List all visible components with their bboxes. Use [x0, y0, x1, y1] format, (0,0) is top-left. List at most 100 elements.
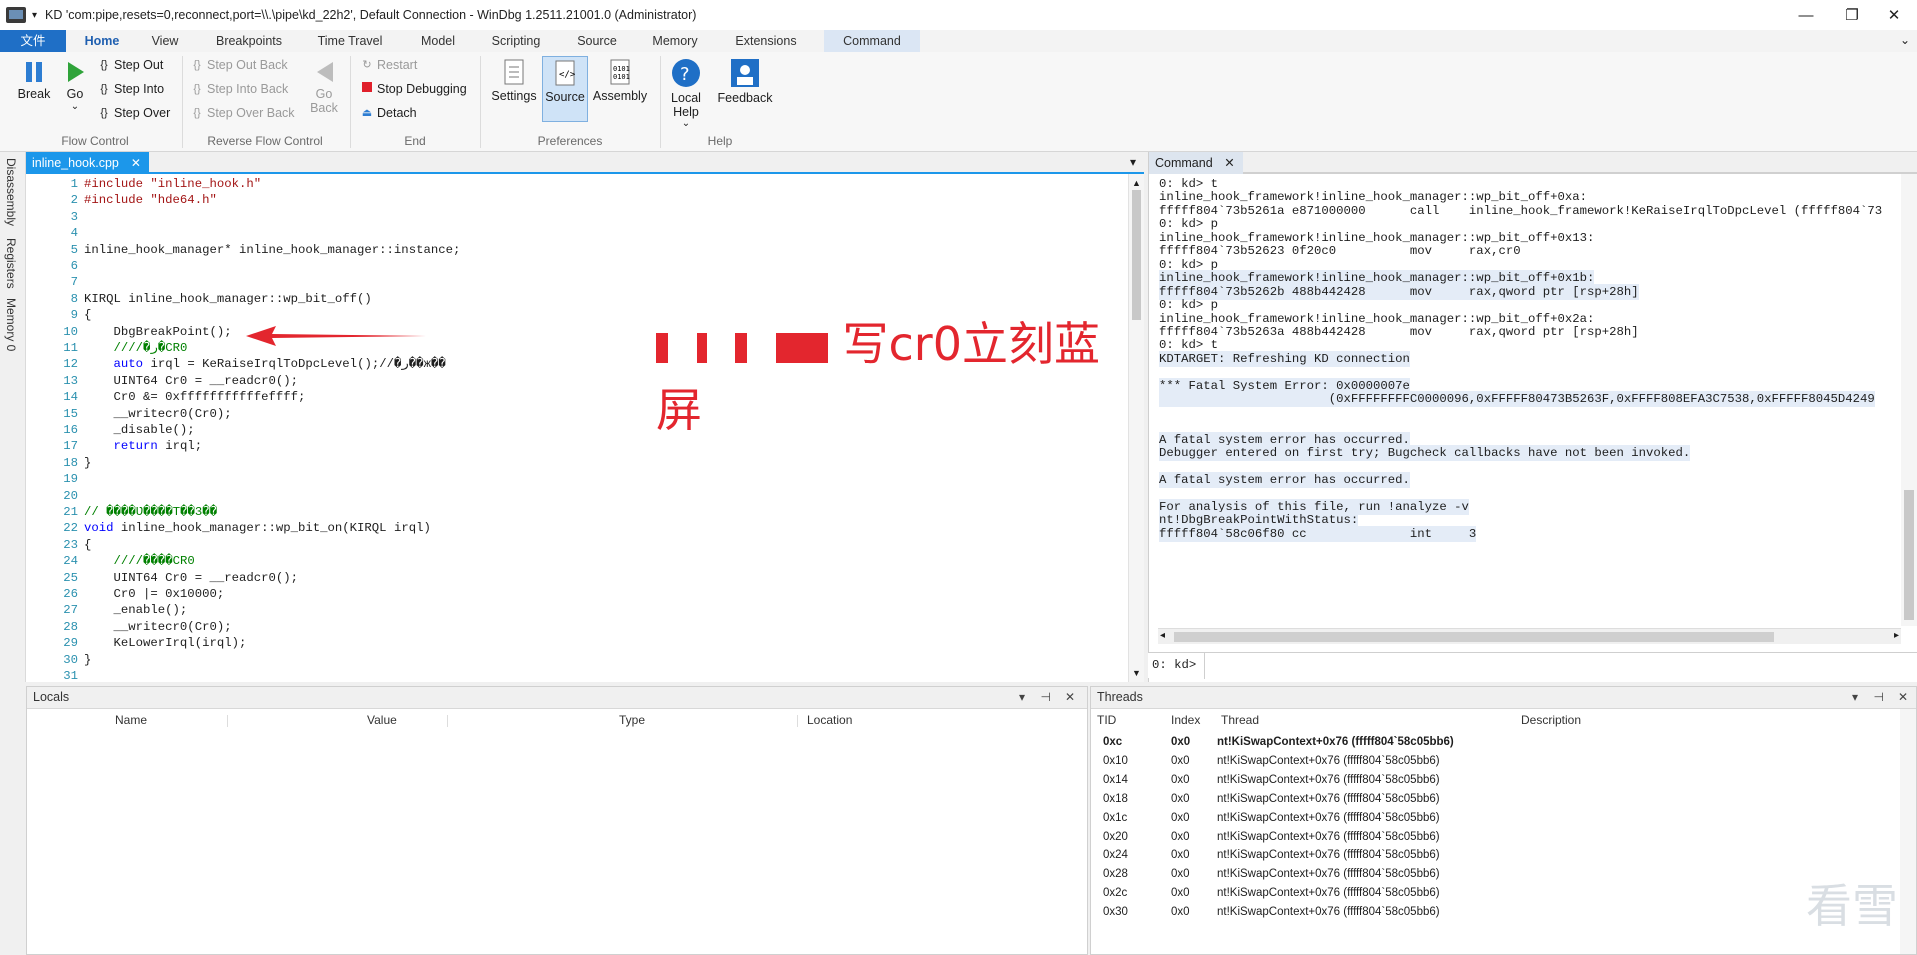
minimize-button[interactable]: —	[1783, 0, 1829, 30]
command-output-line: fffff804`73b5263a 488b442428 mov rax,qwo…	[1159, 324, 1639, 339]
code-line[interactable]: 27 _enable();	[26, 602, 1116, 618]
line-number: 14	[63, 390, 78, 405]
code-line[interactable]: 23 {	[26, 537, 1116, 553]
close-button[interactable]: ✕	[1871, 0, 1917, 30]
locals-col-name[interactable]: Name	[115, 709, 147, 731]
threads-col-tid[interactable]: TID	[1097, 709, 1116, 731]
go-dropdown-icon[interactable]: ⌄	[60, 101, 90, 112]
go-button[interactable]: Go ⌄	[60, 60, 90, 112]
command-input[interactable]	[1204, 653, 1917, 679]
thread-row[interactable]: 0x30 0x0 nt!KiSwapContext+0x76 (fffff804`5…	[1091, 901, 1896, 924]
line-number: 24	[63, 554, 78, 569]
tab-time-travel[interactable]: Time Travel	[310, 30, 390, 52]
code-line[interactable]: 25 UINT64 Cr0 = __readcr0();	[26, 570, 1116, 586]
go-back-button[interactable]: Go Back	[306, 60, 346, 115]
side-tab-disassembly[interactable]: Disassembly	[4, 158, 18, 226]
command-scroll-thumb[interactable]	[1904, 490, 1914, 620]
code-line[interactable]: 4	[26, 225, 1116, 241]
break-button[interactable]: Break	[12, 60, 56, 101]
quick-access-dropdown-icon[interactable]: ▾	[32, 10, 37, 21]
local-help-dropdown-icon[interactable]: ⌄	[666, 119, 706, 129]
locals-col-value[interactable]: Value	[367, 709, 397, 731]
code-line[interactable]: 8 KIRQL inline_hook_manager::wp_bit_off()	[26, 291, 1116, 307]
threads-dropdown-icon[interactable]: ▾	[1852, 690, 1858, 704]
command-hscroll-thumb[interactable]	[1174, 632, 1774, 642]
locals-dropdown-icon[interactable]: ▾	[1019, 690, 1025, 704]
code-line[interactable]: 24 ////����CR0	[26, 553, 1116, 569]
code-line[interactable]: 2 #include "hde64.h"	[26, 192, 1116, 208]
command-hscrollbar[interactable]: ◂ ▸	[1158, 628, 1901, 644]
tab-model[interactable]: Model	[408, 30, 468, 52]
side-tab-registers[interactable]: Registers	[4, 238, 18, 289]
code-text: // ����Ʋ����T��3��	[84, 505, 218, 519]
code-line[interactable]: 5 inline_hook_manager* inline_hook_manage…	[26, 242, 1116, 258]
code-line[interactable]: 6	[26, 258, 1116, 274]
locals-col-location[interactable]: Location	[807, 709, 852, 731]
feedback-button[interactable]: Feedback	[714, 58, 776, 105]
code-line[interactable]: 20	[26, 488, 1116, 504]
step-over-back-button[interactable]: {} Step Over Back	[190, 106, 294, 120]
line-number: 2	[70, 193, 78, 208]
code-text: UINT64 Cr0 = __readcr0();	[84, 570, 299, 585]
step-out-button[interactable]: {} Step Out	[97, 58, 163, 72]
stop-icon	[360, 82, 374, 96]
editor-scroll-thumb[interactable]	[1132, 190, 1141, 320]
tab-extensions[interactable]: Extensions	[722, 30, 810, 52]
tab-scripting[interactable]: Scripting	[480, 30, 552, 52]
code-line[interactable]: 7	[26, 274, 1116, 290]
command-tab-close-icon[interactable]: ✕	[1224, 152, 1234, 174]
feedback-icon	[731, 59, 759, 87]
step-out-back-button[interactable]: {} Step Out Back	[190, 58, 287, 72]
code-line[interactable]: 17 return irql;	[26, 438, 1116, 454]
tab-command[interactable]: Command	[824, 30, 920, 52]
local-help-button[interactable]: ? Local Help ⌄	[666, 58, 706, 129]
ribbon-collapse-icon[interactable]: ⌄	[1900, 33, 1910, 47]
line-number: 17	[63, 439, 78, 454]
locals-close-icon[interactable]: ✕	[1065, 690, 1075, 704]
restart-button[interactable]: ↻ Restart	[360, 58, 417, 72]
maximize-button[interactable]: ❐	[1829, 0, 1875, 30]
side-tab-memory0[interactable]: Memory 0	[4, 298, 18, 351]
code-line[interactable]: 30}	[26, 652, 1116, 668]
tab-home[interactable]: Home	[72, 30, 132, 52]
locals-pin-icon[interactable]: ⊣	[1041, 690, 1051, 704]
line-number: 28	[63, 619, 78, 634]
code-line[interactable]: 19	[26, 471, 1116, 487]
source-button[interactable]: </> Source	[542, 56, 588, 122]
threads-col-index[interactable]: Index	[1171, 709, 1200, 731]
editor-doc-tab[interactable]: inline_hook.cpp ✕	[26, 152, 149, 174]
tab-source[interactable]: Source	[566, 30, 628, 52]
editor-tab-dropdown-icon[interactable]: ▾	[1130, 155, 1136, 169]
code-line[interactable]: 18}	[26, 455, 1116, 471]
tab-memory[interactable]: Memory	[642, 30, 708, 52]
detach-button[interactable]: ⏏ Detach	[360, 106, 417, 120]
threads-col-thread[interactable]: Thread	[1221, 709, 1259, 731]
step-over-button[interactable]: {} Step Over	[97, 106, 170, 120]
threads-pin-icon[interactable]: ⊣	[1874, 690, 1884, 704]
tab-breakpoints[interactable]: Breakpoints	[204, 30, 294, 52]
code-line[interactable]: 3	[26, 209, 1116, 225]
code-line[interactable]: 22 void inline_hook_manager::wp_bit_on(KI…	[26, 520, 1116, 536]
threads-close-icon[interactable]: ✕	[1898, 690, 1908, 704]
locals-col-type[interactable]: Type	[619, 709, 645, 731]
editor-tab-close-icon[interactable]: ✕	[131, 152, 141, 174]
code-line[interactable]: 21 // ����Ʋ����T��3��	[26, 504, 1116, 520]
settings-button[interactable]: Settings	[488, 58, 540, 103]
editor-scrollbar[interactable]: ▲ ▼	[1128, 174, 1144, 682]
code-line[interactable]: 1 #include "inline_hook.h"	[26, 176, 1116, 192]
step-into-button[interactable]: {} Step Into	[97, 82, 164, 96]
watermark-text: 看雪	[1806, 879, 1898, 933]
step-into-back-button[interactable]: {} Step Into Back	[190, 82, 288, 96]
code-line[interactable]: 28 __writecr0(Cr0);	[26, 619, 1116, 635]
threads-scrollbar[interactable]	[1900, 709, 1916, 954]
tab-file[interactable]: 文件	[0, 30, 66, 52]
code-line[interactable]: 31	[26, 668, 1116, 684]
code-line[interactable]: 26 Cr0 |= 0x10000;	[26, 586, 1116, 602]
command-vscrollbar[interactable]	[1901, 174, 1917, 626]
tab-view[interactable]: View	[140, 30, 190, 52]
command-doc-tab[interactable]: Command ✕	[1149, 152, 1243, 174]
code-line[interactable]: 29 KeLowerIrql(irql);	[26, 635, 1116, 651]
assembly-button[interactable]: 0101 0101 Assembly	[592, 58, 648, 103]
threads-col-description[interactable]: Description	[1521, 709, 1581, 731]
stop-debugging-button[interactable]: Stop Debugging	[360, 82, 467, 96]
